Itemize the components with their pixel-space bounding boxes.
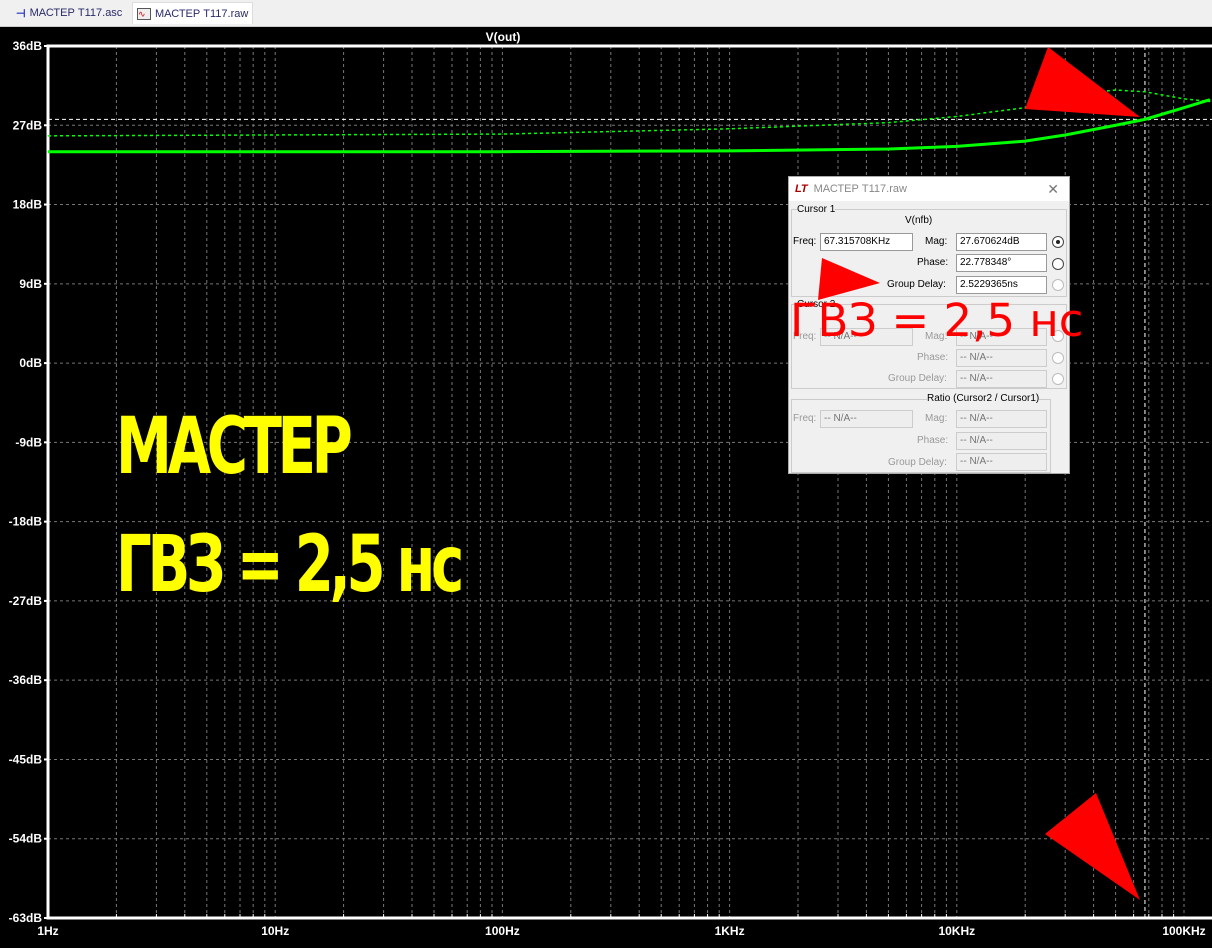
group-delay-label: Group Delay:	[888, 373, 947, 384]
cursor1-trace: V(nfb)	[905, 215, 933, 226]
tab-schematic[interactable]: ⊣ МАСТЕР Т117.asc	[12, 2, 126, 24]
ratio-label: Ratio (Cursor2 / Cursor1)	[927, 393, 1040, 404]
red-arrow-bottom	[1045, 793, 1140, 900]
tab-label: МАСТЕР Т117.asc	[29, 7, 123, 19]
y-tick-label: -63dB	[9, 911, 43, 925]
ratio-mag-field[interactable]: -- N/A--	[956, 410, 1047, 428]
group-delay-label: Group Delay:	[887, 279, 946, 290]
cursor1-mag-radio[interactable]	[1052, 236, 1064, 248]
data-point	[1115, 89, 1117, 91]
cursor2-group-delay-field[interactable]: -- N/A--	[956, 370, 1047, 388]
data-point	[729, 128, 731, 130]
cursor1-group-delay-field[interactable]: 2.5229365ns	[956, 276, 1047, 294]
phase-label: Phase:	[917, 435, 949, 446]
y-tick-label: -27dB	[9, 594, 43, 608]
x-tick-label: 10Hz	[261, 924, 289, 938]
data-point	[501, 133, 503, 135]
trace-title[interactable]: V(out)	[486, 30, 521, 44]
x-tick-label: 1KHz	[715, 924, 745, 938]
y-tick-label: 18dB	[13, 198, 43, 212]
freq-label: Freq:	[793, 236, 817, 247]
dialog-title: МАСТЕР Т117.raw	[813, 183, 907, 195]
red-arrow-top	[1025, 47, 1140, 117]
y-tick-label: -36dB	[9, 673, 43, 687]
data-point	[1115, 124, 1117, 126]
dialog-titlebar[interactable]: LT МАСТЕР Т117.raw	[789, 177, 1069, 201]
ltspice-logo-icon: LT	[795, 183, 808, 195]
cursor2-phase-field[interactable]: -- N/A--	[956, 349, 1047, 367]
tab-bar: ⊣ МАСТЕР Т117.asc ∿ МАСТЕР Т117.raw	[0, 0, 1212, 27]
close-icon[interactable]: ✕	[1047, 181, 1059, 198]
data-point	[1183, 107, 1185, 109]
cursor2-phase-radio[interactable]	[1052, 352, 1064, 364]
overlay-group-delay: ГВЗ = 2,5 нс	[116, 520, 464, 610]
y-tick-label: 36dB	[13, 39, 43, 53]
cursor1-freq-field[interactable]: 67.315708KHz	[820, 233, 913, 251]
tab-waveform[interactable]: ∿ МАСТЕР Т117.raw	[132, 2, 254, 24]
data-point	[956, 145, 958, 147]
cursor1-phase-field[interactable]: 22.778348°	[956, 254, 1047, 272]
data-point	[501, 151, 503, 153]
data-point	[47, 135, 49, 137]
mag-label: Mag:	[925, 413, 948, 424]
x-tick-label: 100KHz	[1162, 924, 1205, 938]
y-tick-label: -18dB	[9, 515, 43, 529]
y-tick-label: -9dB	[15, 435, 42, 449]
x-tick-label: 1Hz	[37, 924, 58, 938]
data-point	[1024, 140, 1026, 142]
y-tick-label: 9dB	[19, 277, 42, 291]
ratio-freq-field[interactable]: -- N/A--	[820, 410, 913, 428]
ratio-phase-field[interactable]: -- N/A--	[956, 432, 1047, 450]
overlay-red-group-delay: ГВЗ = 2,5 нс	[790, 294, 1084, 347]
freq-label: Freq:	[793, 413, 817, 424]
mag-label: Mag:	[925, 236, 948, 247]
phase-label: Phase:	[917, 257, 949, 268]
y-tick-label: -54dB	[9, 832, 43, 846]
data-point	[887, 148, 889, 150]
y-tick-label: -45dB	[9, 752, 43, 766]
cursor1-phase-radio[interactable]	[1052, 258, 1064, 270]
ratio-group-delay-field[interactable]: -- N/A--	[956, 453, 1047, 471]
cursor1-mag-field[interactable]: 27.670624dB	[956, 233, 1047, 251]
data-point	[1209, 99, 1211, 101]
cursor1-gd-radio[interactable]	[1052, 279, 1064, 291]
waveform-icon: ∿	[137, 7, 151, 20]
data-point	[1209, 100, 1211, 102]
y-tick-label: 27dB	[13, 118, 43, 132]
cursor2-gd-radio[interactable]	[1052, 373, 1064, 385]
data-point	[1064, 134, 1066, 136]
overlay-title: МАСТЕР	[116, 402, 353, 492]
x-tick-label: 100Hz	[485, 924, 520, 938]
schematic-transistor-icon: ⊣	[16, 7, 26, 20]
y-tick-label: 0dB	[19, 356, 42, 370]
data-point	[47, 151, 49, 153]
data-point	[887, 122, 889, 124]
data-point	[1144, 91, 1146, 93]
x-tick-label: 10KHz	[938, 924, 975, 938]
group-delay-label: Group Delay:	[888, 457, 947, 468]
data-point	[729, 150, 731, 152]
tab-label: МАСТЕР Т117.raw	[155, 7, 249, 20]
data-point	[1144, 118, 1146, 120]
data-point	[1183, 98, 1185, 100]
cursor1-label: Cursor 1	[797, 204, 836, 215]
data-point	[956, 115, 958, 117]
phase-label: Phase:	[917, 352, 949, 363]
